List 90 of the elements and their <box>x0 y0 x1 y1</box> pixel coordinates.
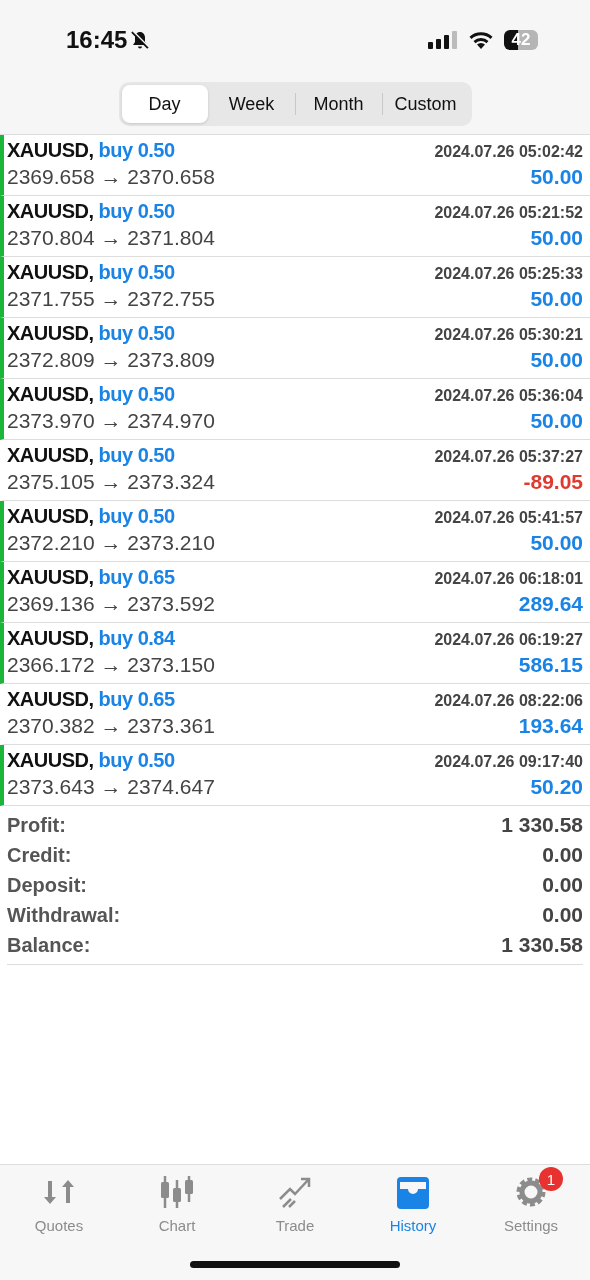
deal-symbol: XAUUSD, <box>7 444 94 466</box>
deal-prices: 2366.172 → 2373.150 <box>7 653 215 677</box>
deal-row[interactable]: XAUUSD, buy 0.50 2024.07.26 05:21:52 2370.804 → 2371.804 50.00 <box>0 196 590 257</box>
summary-label: Profit: <box>7 813 66 837</box>
deal-row[interactable]: XAUUSD, buy 0.50 2024.07.26 05:25:33 2371.755 → 2372.755 50.00 <box>0 257 590 318</box>
deal-symbol: XAUUSD, <box>7 505 94 527</box>
deal-side: buy 0.50 <box>98 261 175 283</box>
deal-profit: 50.00 <box>530 409 583 433</box>
summary-value: 1 330.58 <box>501 933 583 957</box>
deal-time: 2024.07.26 08:22:06 <box>434 692 583 710</box>
signal-icon <box>428 31 458 49</box>
period-tab[interactable]: Custom <box>382 85 469 123</box>
deal-time: 2024.07.26 05:36:04 <box>434 387 583 405</box>
deal-row[interactable]: XAUUSD, buy 0.65 2024.07.26 08:22:06 2370.382 → 2373.361 193.64 <box>0 684 590 745</box>
deal-time: 2024.07.26 05:30:21 <box>434 326 583 344</box>
deal-side: buy 0.65 <box>98 566 175 588</box>
deal-prices: 2373.643 → 2374.647 <box>7 775 215 799</box>
deal-time: 2024.07.26 05:37:27 <box>434 448 583 466</box>
deal-symbol: XAUUSD, <box>7 627 94 649</box>
deal-prices: 2370.804 → 2371.804 <box>7 226 215 250</box>
summary-value: 0.00 <box>542 903 583 927</box>
deal-profit: 50.00 <box>530 165 583 189</box>
deal-symbol: XAUUSD, <box>7 566 94 588</box>
deal-symbol: XAUUSD, <box>7 749 94 771</box>
deal-side: buy 0.84 <box>98 627 175 649</box>
deal-profit: 50.00 <box>530 226 583 250</box>
deal-side: buy 0.50 <box>98 139 175 161</box>
deal-profit: 289.64 <box>518 592 583 616</box>
deal-profit: -89.05 <box>523 470 583 494</box>
deal-time: 2024.07.26 06:18:01 <box>434 570 583 588</box>
deal-time: 2024.07.26 05:25:33 <box>434 265 583 283</box>
summary-label: Credit: <box>7 843 72 867</box>
deal-time: 2024.07.26 06:19:27 <box>434 631 583 649</box>
summary-value: 0.00 <box>542 843 583 867</box>
candlestick-icon <box>159 1174 195 1210</box>
deal-prices: 2369.136 → 2373.592 <box>7 592 215 616</box>
deal-side: buy 0.50 <box>98 749 175 771</box>
deal-time: 2024.07.26 05:02:42 <box>434 143 583 161</box>
deal-side: buy 0.50 <box>98 200 175 222</box>
summary-value: 1 330.58 <box>501 813 583 837</box>
deal-symbol: XAUUSD, <box>7 261 94 283</box>
deal-profit: 586.15 <box>518 653 583 677</box>
deal-profit: 50.00 <box>530 531 583 555</box>
deal-time: 2024.07.26 09:17:40 <box>434 753 583 771</box>
deal-profit: 50.20 <box>530 775 583 799</box>
period-tab[interactable]: Week <box>208 85 295 123</box>
deal-side: buy 0.50 <box>98 505 175 527</box>
deal-side: buy 0.50 <box>98 444 175 466</box>
inbox-icon <box>395 1175 431 1209</box>
period-tab[interactable]: Day <box>121 85 208 123</box>
deal-row[interactable]: XAUUSD, buy 0.84 2024.07.26 06:19:27 2366.172 → 2373.150 586.15 <box>0 623 590 684</box>
status-time: 16:45 <box>66 26 128 54</box>
deal-row[interactable]: XAUUSD, buy 0.50 2024.07.26 09:17:40 2373.643 → 2374.647 50.20 <box>0 745 590 806</box>
deal-prices: 2372.210 → 2373.210 <box>7 531 215 555</box>
summary-label: Deposit: <box>7 873 87 897</box>
period-tab[interactable]: Month <box>295 85 382 123</box>
summary-label: Balance: <box>7 933 91 957</box>
deal-time: 2024.07.26 05:41:57 <box>434 509 583 527</box>
deal-symbol: XAUUSD, <box>7 688 94 710</box>
tab-bar-item[interactable]: 1 Settings <box>481 1165 581 1234</box>
deal-prices: 2370.382 → 2373.361 <box>7 714 215 738</box>
deal-row[interactable]: XAUUSD, buy 0.65 2024.07.26 06:18:01 2369.136 → 2373.592 289.64 <box>0 562 590 623</box>
deal-prices: 2371.755 → 2372.755 <box>7 287 215 311</box>
summary-label: Withdrawal: <box>7 903 121 927</box>
deal-profit: 50.00 <box>530 348 583 372</box>
muted-bell-icon <box>130 30 151 50</box>
deal-profit: 193.64 <box>518 714 583 738</box>
deal-prices: 2369.658 → 2370.658 <box>7 165 215 189</box>
deal-side: buy 0.50 <box>98 383 175 405</box>
deal-prices: 2373.970 → 2374.970 <box>7 409 215 433</box>
trend-arrow-icon <box>277 1175 313 1209</box>
notification-badge: 1 <box>539 1167 563 1191</box>
tab-bar-item[interactable]: History <box>363 1165 463 1234</box>
deal-symbol: XAUUSD, <box>7 383 94 405</box>
deal-side: buy 0.50 <box>98 322 175 344</box>
deal-prices: 2375.105 → 2373.324 <box>7 470 215 494</box>
wifi-icon <box>468 30 494 50</box>
deal-prices: 2372.809 → 2373.809 <box>7 348 215 372</box>
summary-value: 0.00 <box>542 873 583 897</box>
deal-row[interactable]: XAUUSD, buy 0.50 2024.07.26 05:02:42 2369.658 → 2370.658 50.00 <box>0 135 590 196</box>
deal-row[interactable]: XAUUSD, buy 0.50 2024.07.26 05:37:27 2375.105 → 2373.324 -89.05 <box>0 440 590 501</box>
deal-row[interactable]: XAUUSD, buy 0.50 2024.07.26 05:41:57 2372.210 → 2373.210 50.00 <box>0 501 590 562</box>
deal-symbol: XAUUSD, <box>7 139 94 161</box>
deal-row[interactable]: XAUUSD, buy 0.50 2024.07.26 05:36:04 2373.970 → 2374.970 50.00 <box>0 379 590 440</box>
deal-row[interactable]: XAUUSD, buy 0.50 2024.07.26 05:30:21 2372.809 → 2373.809 50.00 <box>0 318 590 379</box>
deal-profit: 50.00 <box>530 287 583 311</box>
deal-side: buy 0.65 <box>98 688 175 710</box>
deal-symbol: XAUUSD, <box>7 322 94 344</box>
deal-time: 2024.07.26 05:21:52 <box>434 204 583 222</box>
deal-symbol: XAUUSD, <box>7 200 94 222</box>
